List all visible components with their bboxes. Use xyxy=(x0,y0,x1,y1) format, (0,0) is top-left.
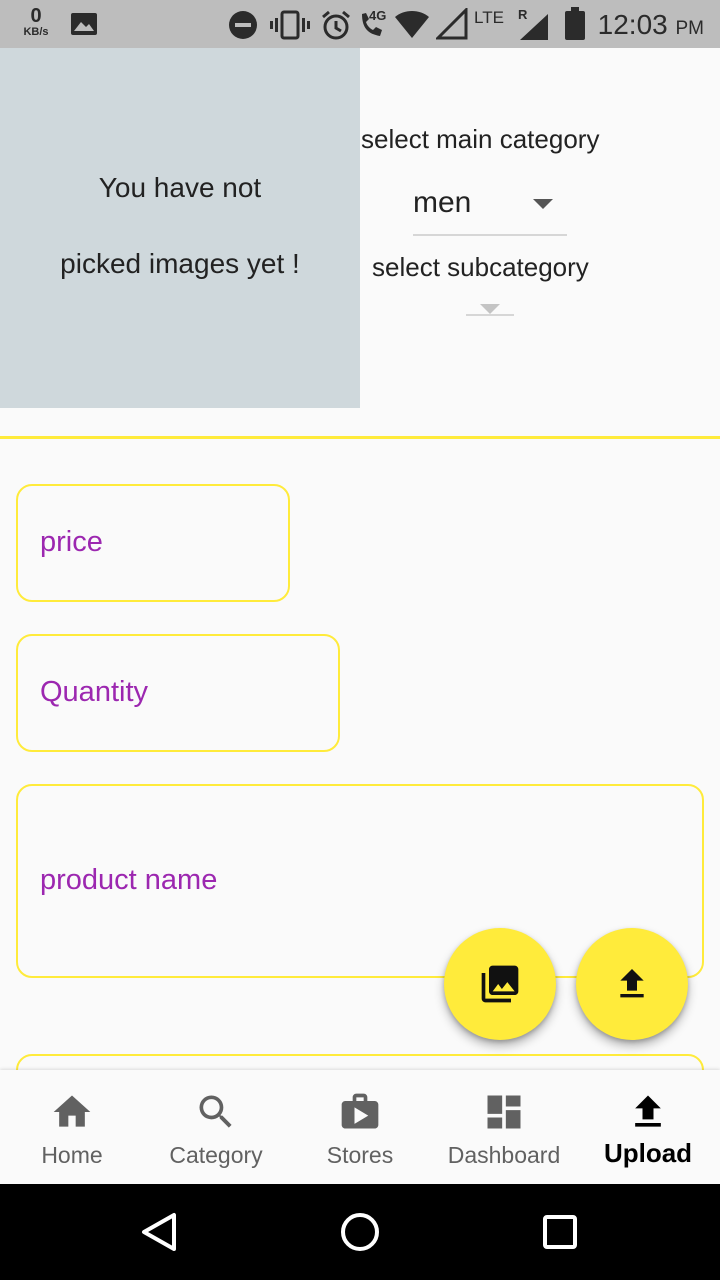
net-speed-value: 0 xyxy=(30,5,42,27)
subcategory-dropdown[interactable] xyxy=(466,296,514,316)
nav-item-dashboard[interactable]: Dashboard xyxy=(432,1070,576,1184)
alarm-icon xyxy=(322,10,350,40)
dnd-icon xyxy=(229,11,257,39)
clock: 12:03 PM xyxy=(598,9,704,41)
no-images-message-line1: You have not xyxy=(98,172,262,203)
battery-icon xyxy=(565,7,585,40)
clock-ampm: PM xyxy=(675,18,705,39)
back-icon[interactable] xyxy=(138,1210,182,1254)
lte-label: LTE xyxy=(474,8,504,27)
nav-item-stores[interactable]: Stores xyxy=(288,1070,432,1184)
net-speed: 0 KB/s xyxy=(18,6,54,38)
recents-icon[interactable] xyxy=(538,1210,582,1254)
price-field[interactable]: price xyxy=(16,484,290,602)
dropdown-arrow-icon xyxy=(533,199,553,209)
signal-bars-icon xyxy=(520,14,548,40)
no-images-message-line2: picked images yet ! xyxy=(60,248,300,279)
search-icon xyxy=(199,1095,232,1128)
net-speed-unit: KB/s xyxy=(23,26,49,38)
nav-item-home[interactable]: Home xyxy=(0,1070,144,1184)
dashboard-icon xyxy=(487,1095,521,1129)
dropdown-arrow-icon xyxy=(480,304,500,314)
main-category-value: men xyxy=(413,186,472,219)
clock-time: 12:03 xyxy=(597,9,668,40)
nav-label-category: Category xyxy=(169,1142,263,1168)
status-bar: 0 KB/s 4G LTE R 12:03 PM xyxy=(0,0,720,48)
store-icon xyxy=(341,1093,379,1129)
nav-item-category[interactable]: Category xyxy=(144,1070,288,1184)
nav-label-home: Home xyxy=(41,1142,103,1168)
upload-icon xyxy=(635,1095,661,1127)
bottom-navigation: Home Category Stores Dashboard Upload xyxy=(0,1070,720,1184)
quantity-hint: Quantity xyxy=(40,676,148,708)
upload-icon xyxy=(620,969,644,998)
photo-library-icon xyxy=(481,965,519,1003)
image-preview-area: You have not picked images yet ! xyxy=(0,48,360,408)
section-divider xyxy=(0,436,720,439)
nav-label-dashboard: Dashboard xyxy=(447,1142,561,1168)
image-icon xyxy=(71,13,97,35)
main-category-label: select main category xyxy=(361,124,600,154)
nav-label-upload: Upload xyxy=(603,1138,693,1168)
system-navigation-bar xyxy=(0,1184,720,1280)
vibrate-icon xyxy=(270,10,310,40)
product-name-hint: product name xyxy=(40,864,218,896)
upload-button[interactable] xyxy=(576,928,688,1040)
volte-call-icon: 4G xyxy=(356,8,392,40)
nav-item-upload[interactable]: Upload xyxy=(576,1070,720,1184)
subcategory-label: select subcategory xyxy=(372,252,589,282)
home-icon xyxy=(53,1095,91,1127)
wifi-icon xyxy=(395,11,429,38)
network-type: 4G xyxy=(369,8,387,23)
nav-label-stores: Stores xyxy=(326,1142,394,1168)
pick-images-button[interactable] xyxy=(444,928,556,1040)
signal-icon xyxy=(436,8,468,40)
quantity-field[interactable]: Quantity xyxy=(16,634,340,752)
price-hint: price xyxy=(40,526,103,558)
home-circle-icon[interactable] xyxy=(338,1210,382,1254)
main-category-dropdown[interactable]: men xyxy=(413,176,567,236)
